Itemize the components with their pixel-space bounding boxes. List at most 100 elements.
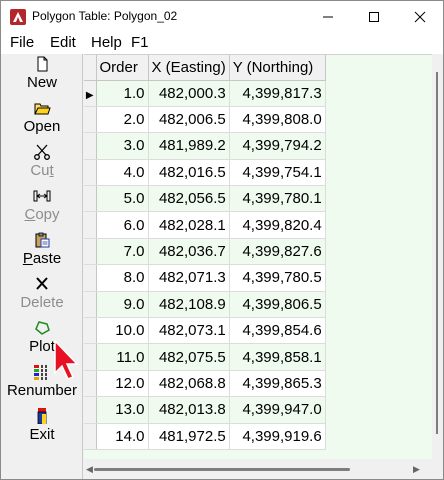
table-row[interactable]: 12.0 482,068.8 4,399,865.3 bbox=[84, 370, 326, 398]
order-cell[interactable]: 13.0 bbox=[96, 396, 149, 424]
close-button[interactable] bbox=[397, 1, 443, 32]
row-header[interactable] bbox=[84, 159, 97, 187]
row-header[interactable] bbox=[84, 370, 97, 398]
row-header[interactable]: ▶ bbox=[84, 80, 97, 107]
row-header[interactable] bbox=[84, 106, 97, 134]
order-cell[interactable]: 3.0 bbox=[96, 132, 149, 160]
northing-cell[interactable]: 4,399,947.0 bbox=[229, 396, 326, 424]
horizontal-scrollbar[interactable]: ◀ ▶ bbox=[84, 459, 443, 479]
horizontal-scroll-thumb[interactable] bbox=[94, 468, 350, 471]
table-row[interactable]: 2.0 482,006.5 4,399,808.0 bbox=[84, 106, 326, 134]
corner-header[interactable] bbox=[84, 55, 97, 81]
easting-cell[interactable]: 482,016.5 bbox=[148, 159, 230, 187]
order-cell[interactable]: 12.0 bbox=[96, 370, 149, 398]
cut-button[interactable]: Cut bbox=[1, 142, 83, 186]
easting-cell[interactable]: 482,073.1 bbox=[148, 317, 230, 345]
row-header[interactable] bbox=[84, 132, 97, 160]
easting-cell[interactable]: 482,075.5 bbox=[148, 343, 230, 371]
order-cell[interactable]: 9.0 bbox=[96, 291, 149, 319]
copy-icon bbox=[33, 190, 51, 202]
menu-file[interactable]: File bbox=[10, 34, 34, 51]
order-cell[interactable]: 2.0 bbox=[96, 106, 149, 134]
row-header[interactable] bbox=[84, 343, 97, 371]
table-row[interactable]: 7.0 482,036.7 4,399,827.6 bbox=[84, 238, 326, 266]
easting-cell[interactable]: 482,013.8 bbox=[148, 396, 230, 424]
window-title: Polygon Table: Polygon_02 bbox=[32, 9, 178, 23]
table-row[interactable]: 8.0 482,071.3 4,399,780.5 bbox=[84, 264, 326, 292]
table-row[interactable]: 11.0 482,075.5 4,399,858.1 bbox=[84, 343, 326, 371]
table-row[interactable]: 14.0 481,972.5 4,399,919.6 bbox=[84, 423, 326, 450]
table-row[interactable]: 4.0 482,016.5 4,399,754.1 bbox=[84, 159, 326, 187]
title-bar[interactable]: Polygon Table: Polygon_02 bbox=[1, 1, 443, 32]
column-header-y[interactable]: Y (Northing) bbox=[229, 55, 326, 81]
order-cell[interactable]: 6.0 bbox=[96, 211, 149, 239]
northing-cell[interactable]: 4,399,794.2 bbox=[229, 132, 326, 160]
table-row[interactable]: ▶ 1.0 482,000.3 4,399,817.3 bbox=[84, 80, 326, 107]
table-row[interactable]: 6.0 482,028.1 4,399,820.4 bbox=[84, 211, 326, 239]
table-row[interactable]: 5.0 482,056.5 4,399,780.1 bbox=[84, 185, 326, 213]
menu-edit[interactable]: Edit bbox=[50, 34, 76, 51]
northing-cell[interactable]: 4,399,820.4 bbox=[229, 211, 326, 239]
northing-cell[interactable]: 4,399,754.1 bbox=[229, 159, 326, 187]
easting-cell[interactable]: 481,989.2 bbox=[148, 132, 230, 160]
easting-cell[interactable]: 482,036.7 bbox=[148, 238, 230, 266]
northing-cell[interactable]: 4,399,854.6 bbox=[229, 317, 326, 345]
minimize-button[interactable] bbox=[305, 1, 351, 32]
order-cell[interactable]: 5.0 bbox=[96, 185, 149, 213]
maximize-button[interactable] bbox=[351, 1, 397, 32]
copy-button[interactable]: Copy bbox=[1, 186, 83, 230]
northing-cell[interactable]: 4,399,827.6 bbox=[229, 238, 326, 266]
easting-cell[interactable]: 482,006.5 bbox=[148, 106, 230, 134]
easting-cell[interactable]: 482,068.8 bbox=[148, 370, 230, 398]
scroll-left-icon[interactable]: ◀ bbox=[86, 464, 93, 475]
row-header[interactable] bbox=[84, 264, 97, 292]
row-header[interactable] bbox=[84, 317, 97, 345]
order-cell[interactable]: 11.0 bbox=[96, 343, 149, 371]
table-row[interactable]: 9.0 482,108.9 4,399,806.5 bbox=[84, 291, 326, 319]
renumber-icon bbox=[34, 365, 47, 380]
easting-cell[interactable]: 482,028.1 bbox=[148, 211, 230, 239]
mouse-cursor-icon bbox=[54, 339, 79, 380]
order-cell[interactable]: 14.0 bbox=[96, 423, 149, 450]
column-header-order[interactable]: Order bbox=[96, 55, 149, 81]
row-header[interactable] bbox=[84, 185, 97, 213]
northing-cell[interactable]: 4,399,865.3 bbox=[229, 370, 326, 398]
column-header-x[interactable]: X (Easting) bbox=[148, 55, 230, 81]
new-button[interactable]: New bbox=[1, 54, 83, 98]
order-cell[interactable]: 1.0 bbox=[96, 80, 149, 107]
paste-button[interactable]: Paste bbox=[1, 230, 83, 274]
northing-cell[interactable]: 4,399,858.1 bbox=[229, 343, 326, 371]
row-header[interactable] bbox=[84, 211, 97, 239]
easting-cell[interactable]: 482,056.5 bbox=[148, 185, 230, 213]
menu-help[interactable]: Help bbox=[91, 34, 122, 51]
vertical-scroll-thumb[interactable] bbox=[436, 72, 438, 434]
delete-button[interactable]: Delete bbox=[1, 274, 83, 318]
northing-cell[interactable]: 4,399,780.5 bbox=[229, 264, 326, 292]
table-row[interactable]: 10.0 482,073.1 4,399,854.6 bbox=[84, 317, 326, 345]
easting-cell[interactable]: 482,108.9 bbox=[148, 291, 230, 319]
northing-cell[interactable]: 4,399,808.0 bbox=[229, 106, 326, 134]
order-cell[interactable]: 7.0 bbox=[96, 238, 149, 266]
table-row[interactable]: 3.0 481,989.2 4,399,794.2 bbox=[84, 132, 326, 160]
vertical-scrollbar[interactable] bbox=[432, 54, 443, 459]
easting-cell[interactable]: 482,000.3 bbox=[148, 80, 230, 107]
polygon-data-grid[interactable]: Order X (Easting) Y (Northing) ▶ 1.0 482,0… bbox=[84, 54, 432, 459]
row-header[interactable] bbox=[84, 423, 97, 450]
exit-button[interactable]: Exit bbox=[1, 406, 83, 450]
scroll-right-icon[interactable]: ▶ bbox=[413, 464, 420, 475]
open-button[interactable]: Open bbox=[1, 98, 83, 142]
row-header[interactable] bbox=[84, 291, 97, 319]
northing-cell[interactable]: 4,399,919.6 bbox=[229, 423, 326, 450]
easting-cell[interactable]: 482,071.3 bbox=[148, 264, 230, 292]
northing-cell[interactable]: 4,399,817.3 bbox=[229, 80, 326, 107]
row-header[interactable] bbox=[84, 238, 97, 266]
row-header[interactable] bbox=[84, 396, 97, 424]
order-cell[interactable]: 10.0 bbox=[96, 317, 149, 345]
easting-cell[interactable]: 481,972.5 bbox=[148, 423, 230, 450]
order-cell[interactable]: 4.0 bbox=[96, 159, 149, 187]
northing-cell[interactable]: 4,399,806.5 bbox=[229, 291, 326, 319]
table-row[interactable]: 13.0 482,013.8 4,399,947.0 bbox=[84, 396, 326, 424]
order-cell[interactable]: 8.0 bbox=[96, 264, 149, 292]
menu-f1[interactable]: F1 bbox=[131, 34, 149, 51]
northing-cell[interactable]: 4,399,780.1 bbox=[229, 185, 326, 213]
